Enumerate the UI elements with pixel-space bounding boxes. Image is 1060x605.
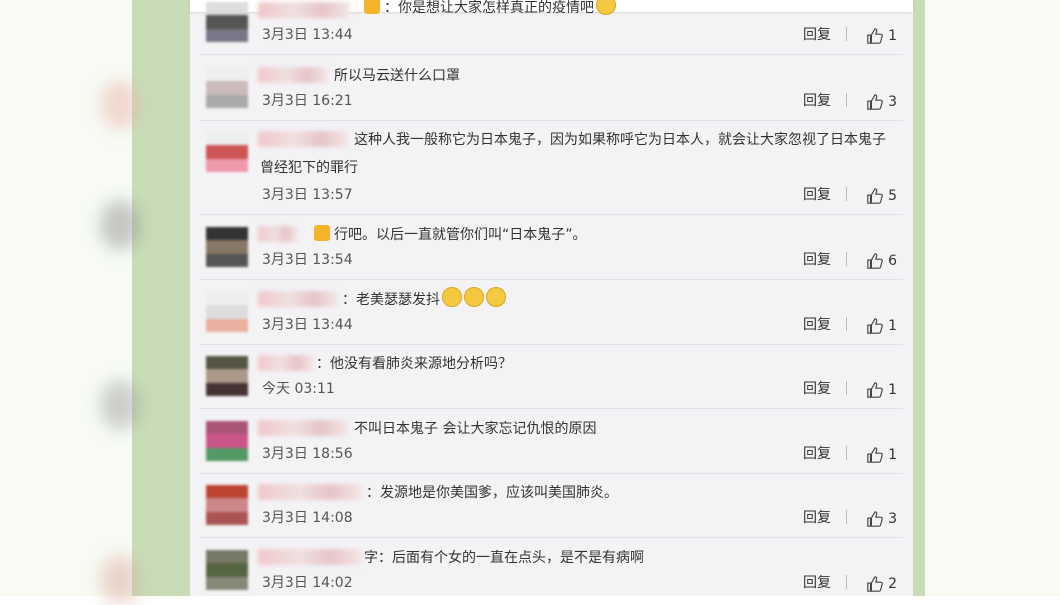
comment-time: 3月3日 13:54 [262,252,353,268]
like-count: 6 [888,253,897,269]
comment-time: 3月3日 16:21 [262,93,353,109]
thumbs-up-icon [867,447,883,463]
reply-button[interactable]: 回复 [803,443,831,463]
divider [846,187,847,201]
reply-button[interactable]: 回复 [803,572,831,592]
reply-button[interactable]: 回复 [803,507,831,527]
like-count: 3 [888,94,897,110]
like-count: 1 [888,318,897,334]
thumbs-up-icon [867,188,883,204]
avatar[interactable] [206,550,248,590]
emoji-icon [596,0,616,15]
like-button[interactable]: 6 [866,251,897,271]
blurred-decoration [100,380,140,430]
thumbs-up-icon [867,253,883,269]
reply-button[interactable]: 回复 [803,90,831,110]
blurred-decoration [100,555,140,605]
like-button[interactable]: 1 [866,26,897,46]
comment-item: 所以马云送什么口罩 3月3日 16:21 回复 3 [200,58,903,121]
divider [846,317,847,331]
comment-text: 行吧。以后一直就管你们叫“日本鬼子”。 [260,221,893,249]
comment-time: 3月3日 13:57 [262,187,353,203]
comment-text: ：他没有看肺炎来源地分析吗？ [316,356,512,372]
emoji-icon [486,287,506,307]
thumbs-up-icon [867,382,883,398]
like-count: 3 [888,511,897,527]
comment-item: 不叫日本鬼子 会让大家忘记仇恨的原因 3月3日 18:56 回复 1 [200,411,903,474]
avatar[interactable] [206,356,248,396]
avatar[interactable] [206,292,248,332]
green-border-right [913,0,925,596]
thumbs-up-icon [867,318,883,334]
emoji-icon [442,287,462,307]
divider [846,252,847,266]
comment-item: 字：后面有个女的一直在点头，是不是有病啊 3月3日 14:02 回复 2 [200,540,903,596]
like-count: 1 [888,447,897,463]
comment-list: ：你是想让大家怎样真正的疫情吧 3月3日 13:44 回复 1 所以马云送什么口… [190,0,913,596]
thumbs-up-icon [867,576,883,592]
like-count: 1 [888,28,897,44]
comment-text: 不叫日本鬼子 会让大家忘记仇恨的原因 [354,421,597,437]
avatar[interactable] [206,2,248,42]
like-count: 5 [888,188,897,204]
avatar[interactable] [206,421,248,461]
comment-time: 3月3日 18:56 [262,446,353,462]
avatar[interactable] [206,227,248,267]
comment-time: 3月3日 14:02 [262,575,353,591]
divider [846,575,847,589]
thumbs-up-icon [867,511,883,527]
emoji-icon [464,287,484,307]
reply-button[interactable]: 回复 [803,378,831,398]
divider [846,93,847,107]
like-button[interactable]: 3 [866,509,897,529]
divider [846,27,847,41]
like-count: 2 [888,576,897,592]
comment-item: 这种人我一般称它为日本鬼子，因为如果称呼它为日本人，就会让大家忽视了日本鬼子曾经… [200,122,903,215]
divider [846,446,847,460]
avatar[interactable] [206,485,248,525]
comment-text: ：你是想让大家怎样真正的疫情吧 [260,0,893,22]
avatar[interactable] [206,68,248,108]
reply-button[interactable]: 回复 [803,24,831,44]
like-button[interactable]: 5 [866,186,897,206]
reply-button[interactable]: 回复 [803,249,831,269]
like-button[interactable]: 2 [866,574,897,594]
comment-time: 3月3日 14:08 [262,510,353,526]
background-right [925,0,1060,596]
avatar[interactable] [206,132,248,172]
comment-text: 字：后面有个女的一直在点头，是不是有病啊 [364,550,644,566]
comment-item: ：老美瑟瑟发抖 3月3日 13:44 回复 1 [200,282,903,345]
comment-item: ：你是想让大家怎样真正的疫情吧 3月3日 13:44 回复 1 [200,0,903,55]
comment-item: 行吧。以后一直就管你们叫“日本鬼子”。 3月3日 13:54 回复 6 [200,217,903,280]
comment-text: 这种人我一般称它为日本鬼子，因为如果称呼它为日本人，就会让大家忽视了日本鬼子曾经… [260,132,886,176]
comment-time: 3月3日 13:44 [262,317,353,333]
thumbs-up-icon [867,94,883,110]
reply-button[interactable]: 回复 [803,184,831,204]
like-button[interactable]: 3 [866,92,897,112]
thumbs-up-icon [867,28,883,44]
like-button[interactable]: 1 [866,380,897,400]
comment-text: ：老美瑟瑟发抖 [260,286,893,314]
like-button[interactable]: 1 [866,316,897,336]
comment-text: ：发源地是你美国爹，应该叫美国肺炎。 [366,485,618,501]
like-button[interactable]: 1 [866,445,897,465]
emoji-icon [364,0,380,14]
comment-time: 今天 03:11 [262,381,335,397]
comment-item: ：他没有看肺炎来源地分析吗？ 今天 03:11 回复 1 [200,346,903,409]
comment-text: 所以马云送什么口罩 [334,68,460,84]
badge-icon [314,225,330,241]
like-count: 1 [888,382,897,398]
blurred-decoration [100,80,140,130]
reply-button[interactable]: 回复 [803,314,831,334]
comment-time: 3月3日 13:44 [262,27,353,43]
divider [846,381,847,395]
comment-item: ：发源地是你美国爹，应该叫美国肺炎。 3月3日 14:08 回复 3 [200,475,903,538]
blurred-decoration [100,200,140,250]
divider [846,510,847,524]
green-border-left [132,0,190,596]
